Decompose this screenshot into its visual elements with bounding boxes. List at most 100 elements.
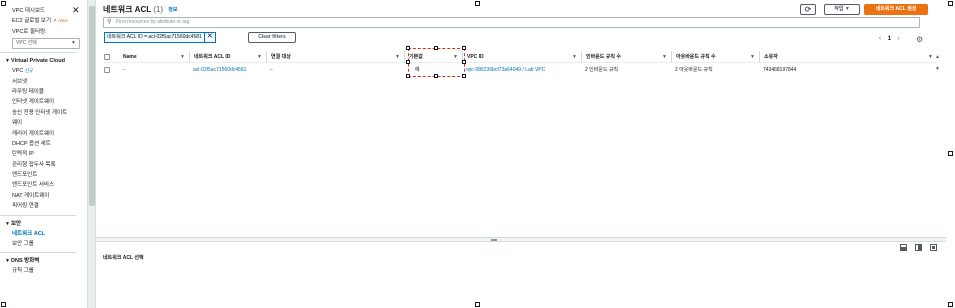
new-badge: New [58, 18, 68, 24]
sort-icon: ▼ [662, 54, 667, 60]
selection-handle[interactable] [406, 60, 410, 64]
select-all-checkbox[interactable] [104, 54, 110, 60]
sidebar-item-endpoint-services[interactable]: 엔드포인트 서비스 [12, 180, 87, 190]
actions-button[interactable]: 작업 ▼ [824, 4, 860, 15]
column-label: 네트워크 ACL ID [194, 54, 231, 60]
selection-box [408, 48, 465, 77]
section-dns-firewall[interactable]: ▼DNS 방화벽 [5, 256, 87, 266]
sidebar-item-network-acls[interactable]: 네트워크 ACL [12, 229, 87, 239]
prev-page-icon[interactable]: ‹ [879, 36, 881, 42]
vpc-filter-value: VPC 선택 [16, 40, 37, 47]
section-title: DNS 방화벽 [11, 258, 40, 265]
row-checkbox[interactable] [104, 67, 110, 73]
sidebar-item-route-tables[interactable]: 라우팅 테이블 [12, 87, 87, 97]
sort-icon: ▼ [750, 54, 755, 60]
sidebar-item-dhcp-options[interactable]: DHCP 옵션 세트 [12, 139, 87, 149]
sidebar-item-prefix-lists[interactable]: 관리형 접두사 목록 [12, 160, 87, 170]
selection-handle[interactable] [406, 74, 410, 78]
sidebar-item-egress-only-gateways-cont[interactable]: 웨이 [12, 118, 87, 128]
sidebar-item-peering[interactable]: 피어링 연결 [12, 201, 87, 211]
section-vpc[interactable]: ▼Virtual Private Cloud [5, 56, 87, 66]
refresh-button[interactable]: ⟳ [800, 4, 816, 15]
bottom-panel-icon[interactable] [900, 244, 908, 251]
capture-handle[interactable] [475, 1, 480, 6]
hide-panel-icon[interactable] [930, 244, 937, 251]
capture-handle[interactable] [475, 302, 480, 307]
next-page-icon[interactable]: › [898, 36, 900, 42]
selection-handle[interactable] [462, 74, 466, 78]
divider [0, 252, 76, 254]
info-link[interactable]: 정보 [168, 7, 177, 13]
column-label: Name [123, 54, 137, 60]
page-title: 네트워크 ACL (1) 정보 [103, 4, 177, 15]
detail-panel: 네트워크 ACL 선택 [96, 242, 946, 308]
capture-handle[interactable] [948, 1, 953, 6]
column-header-inbound[interactable]: 인바운드 규칙 수 ▼ [581, 51, 671, 63]
cell-acl-id[interactable]: acl-02f5ac71560dc4581 [193, 64, 266, 76]
capture-handle[interactable] [1, 302, 6, 307]
capture-handle[interactable] [1, 1, 6, 6]
sidebar: ✕ VPC 대시보드 EC2 글로벌 보기 ↗ New VPC로 필터링: VP… [0, 0, 88, 308]
sidebar-item-label: VPC [12, 68, 24, 75]
section-title: Virtual Private Cloud [11, 58, 65, 65]
sort-icon: ▼ [257, 54, 262, 60]
vpc-filter-select[interactable]: VPC 선택 ▼ [12, 38, 80, 50]
sidebar-item-elastic-ips[interactable]: 탄력적 IP [12, 149, 87, 159]
new-badge: 신규 [24, 68, 34, 74]
sidebar-item-nat-gateways[interactable]: NAT 게이트웨이 [12, 191, 87, 201]
column-label: 아웃바운드 규칙 수 [676, 54, 716, 60]
main-panel: 네트워크 ACL (1) 정보 ⟳ 작업 ▼ 네트워크 ACL 생성 ⚲ Fin… [96, 0, 946, 238]
refresh-icon: ⟳ [804, 5, 812, 14]
pagination: ‹ 1 › [879, 36, 900, 42]
scroll-down-icon[interactable]: ▼ [935, 66, 940, 72]
gear-icon[interactable]: ⚙ [916, 35, 923, 44]
column-header-vpc-id[interactable]: VPC ID ▼ [462, 51, 581, 63]
section-security[interactable]: ▼보안 [5, 219, 87, 229]
caret-down-icon: ▼ [71, 40, 76, 47]
search-input[interactable]: ⚲ Find resources by attribute or tag [103, 17, 920, 28]
scroll-up-icon[interactable]: ▲ [935, 54, 940, 60]
capture-handle[interactable] [948, 302, 953, 307]
column-header-outbound[interactable]: 아웃바운드 규칙 수 ▼ [671, 51, 759, 63]
remove-filter-icon[interactable]: ✕ [203, 32, 215, 43]
sidebar-item-carrier-gateways[interactable]: 캐리어 게이트웨이 [12, 129, 87, 139]
page-number[interactable]: 1 [888, 36, 891, 42]
column-header-associated[interactable]: 연결 대상 ▼ [266, 51, 404, 63]
actions-label: 작업 [834, 6, 844, 12]
cell-outbound: 2 아웃바운드 규칙 [675, 67, 713, 73]
sidebar-item-subnets[interactable]: 서브넷 [12, 77, 87, 87]
sidebar-item-ec2-global-view[interactable]: EC2 글로벌 보기 ↗ New [12, 16, 87, 26]
scrollbar-thumb[interactable] [89, 6, 95, 206]
resource-count: (1) [153, 5, 163, 14]
cell-vpc-id[interactable]: vpc-086236bcf73a64049 / Lab VPC [466, 64, 581, 76]
create-network-acl-button[interactable]: 네트워크 ACL 생성 [864, 4, 928, 15]
sidebar-item-egress-only-gateways[interactable]: 송신 전용 인터넷 게이트 [12, 108, 87, 118]
sidebar-item-endpoints[interactable]: 엔드포인트 [12, 170, 87, 180]
search-placeholder: Find resources by attribute or tag [116, 19, 190, 25]
clear-filters-button[interactable]: Clear filters [248, 32, 296, 43]
column-label: 소유자 [764, 54, 778, 60]
close-icon[interactable]: ✕ [72, 6, 80, 15]
sidebar-scrollbar[interactable] [88, 0, 96, 308]
column-label: 인바운드 규칙 수 [586, 54, 621, 60]
capture-handle[interactable] [948, 151, 953, 156]
selection-handle[interactable] [462, 60, 466, 64]
selection-handle[interactable] [406, 46, 410, 50]
selection-handle[interactable] [434, 46, 438, 50]
sort-icon: ▼ [395, 54, 400, 60]
column-header-name[interactable]: Name ▼ [119, 51, 189, 63]
filter-chip-label: 네트워크 ACL ID = acl-02f5ac71560dc4581 [107, 34, 202, 40]
divider [0, 214, 76, 216]
sidebar-item-rule-groups[interactable]: 규칙 그룹 [12, 266, 87, 276]
drag-handle-icon[interactable] [491, 239, 497, 241]
selection-handle[interactable] [434, 74, 438, 78]
selection-handle[interactable] [462, 46, 466, 50]
side-panel-icon[interactable] [915, 244, 923, 251]
table-row[interactable]: – acl-02f5ac71560dc4581 – 예 vpc-086236bc… [103, 64, 937, 76]
sidebar-item-internet-gateways[interactable]: 인터넷 게이트웨이 [12, 97, 87, 107]
sidebar-item-vpc[interactable]: VPC 신규 [12, 66, 87, 76]
column-header-owner[interactable]: 소유자 ▼ [759, 51, 937, 63]
sidebar-item-security-groups[interactable]: 보안 그룹 [12, 239, 87, 249]
column-header-acl-id[interactable]: 네트워크 ACL ID ▼ [189, 51, 266, 63]
sort-icon: ▼ [180, 54, 185, 60]
